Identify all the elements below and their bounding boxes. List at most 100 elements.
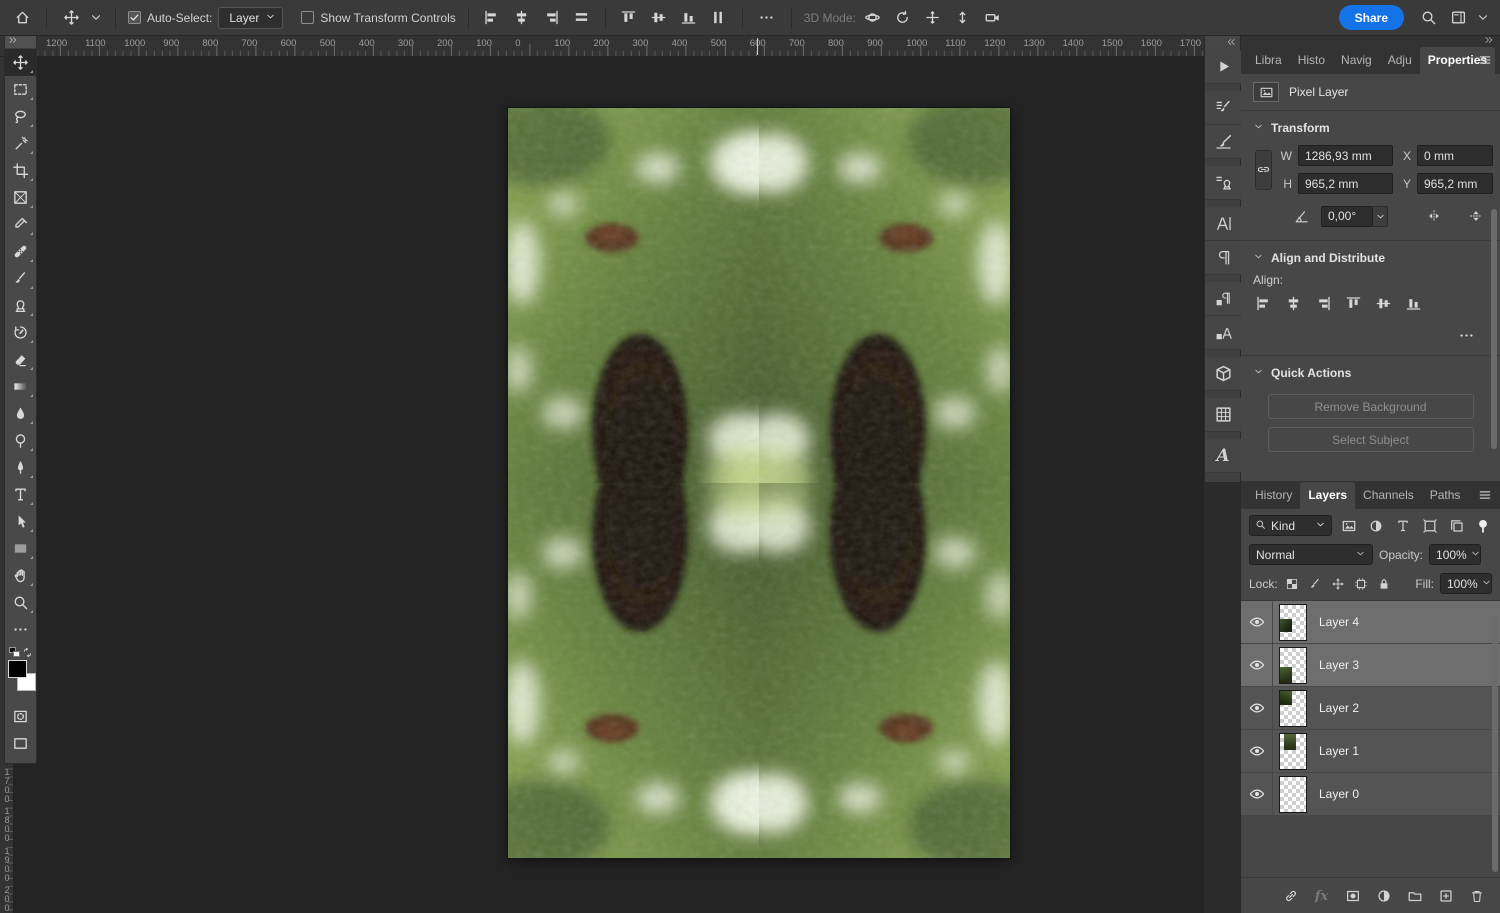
3d-camera-icon[interactable] xyxy=(982,6,1004,30)
auto-select-target-dropdown[interactable]: Layer xyxy=(218,7,283,29)
dodge-tool[interactable] xyxy=(5,427,36,454)
adobe-fonts-panel-button[interactable]: A xyxy=(1205,439,1241,473)
clone-stamp-tool[interactable] xyxy=(5,292,36,319)
link-dimensions-button[interactable] xyxy=(1255,150,1272,190)
layer-filtering-toggle[interactable] xyxy=(1473,516,1492,535)
x-field[interactable]: 0 mm xyxy=(1417,145,1493,166)
character-panel-button[interactable] xyxy=(1205,207,1241,241)
layer-visibility-eye-icon[interactable] xyxy=(1241,687,1273,729)
path-selection-tool[interactable] xyxy=(5,508,36,535)
layer-thumbnail[interactable] xyxy=(1279,604,1307,641)
tab-histo[interactable]: Histo xyxy=(1290,47,1333,74)
history-brush-tool[interactable] xyxy=(5,319,36,346)
lock-paint-icon[interactable] xyxy=(1307,574,1324,593)
align-left-icon[interactable] xyxy=(1253,293,1273,313)
more-align-icon[interactable] xyxy=(1454,323,1478,347)
actions-panel-button[interactable] xyxy=(1205,50,1241,84)
align-right-icon[interactable] xyxy=(1313,293,1333,313)
link-layers-icon[interactable] xyxy=(1281,887,1300,906)
filter-adjustment-icon[interactable] xyxy=(1366,516,1385,535)
delete-layer-icon[interactable] xyxy=(1467,887,1486,906)
layer-row[interactable]: Layer 4 xyxy=(1241,601,1500,644)
pen-tool[interactable] xyxy=(5,454,36,481)
flip-horizontal-button[interactable] xyxy=(1422,204,1446,228)
show-transform-checkbox[interactable] xyxy=(301,11,314,24)
dock-collapse-control[interactable] xyxy=(1205,36,1240,50)
tab-layers[interactable]: Layers xyxy=(1300,482,1355,509)
align-right-icon[interactable] xyxy=(541,6,563,30)
tab-channels[interactable]: Channels xyxy=(1355,482,1422,509)
transform-section-header[interactable]: Transform xyxy=(1241,111,1500,141)
align-middle-icon[interactable] xyxy=(1373,293,1393,313)
quick-mask[interactable] xyxy=(5,703,36,730)
character-styles-panel-button[interactable] xyxy=(1205,316,1241,350)
layer-visibility-eye-icon[interactable] xyxy=(1241,644,1273,686)
frame-tool[interactable] xyxy=(5,184,36,211)
layer-name[interactable]: Layer 4 xyxy=(1319,615,1359,629)
distribute-h-icon[interactable] xyxy=(571,6,593,30)
lock-artboard-icon[interactable] xyxy=(1353,574,1370,593)
horizontal-ruler[interactable]: 1200110010009008007006005004003002001000… xyxy=(14,36,1204,57)
layer-visibility-eye-icon[interactable] xyxy=(1241,730,1273,772)
pattern-preview-panel-button[interactable] xyxy=(1205,398,1241,432)
height-field[interactable]: 965,2 mm xyxy=(1298,173,1393,194)
type-tool[interactable] xyxy=(5,481,36,508)
eraser-tool[interactable] xyxy=(5,346,36,373)
home-icon[interactable] xyxy=(10,6,34,30)
y-field[interactable]: 965,2 mm xyxy=(1417,173,1493,194)
screen-mode[interactable] xyxy=(5,730,36,757)
align-center-h-icon[interactable] xyxy=(1283,293,1303,313)
layer-name[interactable]: Layer 1 xyxy=(1319,744,1359,758)
workspace-chevron-icon[interactable] xyxy=(1476,6,1490,30)
edit-toolbar[interactable] xyxy=(5,616,36,643)
align-left-icon[interactable] xyxy=(481,6,503,30)
layer-thumbnail[interactable] xyxy=(1279,690,1307,727)
layer-name[interactable]: Layer 0 xyxy=(1319,787,1359,801)
tab-history[interactable]: History xyxy=(1247,482,1300,509)
layer-row[interactable]: Layer 3 xyxy=(1241,644,1500,687)
hand-tool[interactable] xyxy=(5,562,36,589)
align-middle-icon[interactable] xyxy=(648,6,670,30)
add-mask-icon[interactable] xyxy=(1343,887,1362,906)
width-field[interactable]: 1286,93 mm xyxy=(1298,145,1393,166)
opacity-dropdown[interactable]: 100% xyxy=(1429,544,1481,565)
fx-icon[interactable]: fx xyxy=(1312,887,1331,906)
align-bottom-icon[interactable] xyxy=(1403,293,1423,313)
healing-brush-tool[interactable] xyxy=(5,238,36,265)
layer-row[interactable]: Layer 0 xyxy=(1241,773,1500,816)
glyphs-panel-button[interactable] xyxy=(1205,282,1241,316)
angle-field[interactable]: 0,00° xyxy=(1321,206,1373,227)
tab-adju[interactable]: Adju xyxy=(1380,47,1420,74)
layer-visibility-eye-icon[interactable] xyxy=(1241,601,1273,643)
crop-tool[interactable] xyxy=(5,157,36,184)
angle-dropdown-chevron-icon[interactable] xyxy=(1373,206,1388,227)
eyedropper-tool[interactable] xyxy=(5,211,36,238)
gradient-tool[interactable] xyxy=(5,373,36,400)
new-group-icon[interactable] xyxy=(1405,887,1424,906)
lock-all-icon[interactable] xyxy=(1376,574,1393,593)
layer-visibility-eye-icon[interactable] xyxy=(1241,773,1273,815)
threed-panel-button[interactable] xyxy=(1205,357,1241,391)
panels-collapse-strip[interactable] xyxy=(1241,36,1500,46)
auto-select-checkbox[interactable] xyxy=(128,11,141,24)
filter-type-icon[interactable] xyxy=(1393,516,1412,535)
align-section-header[interactable]: Align and Distribute xyxy=(1241,241,1500,271)
lock-position-icon[interactable] xyxy=(1330,574,1347,593)
move-tool[interactable] xyxy=(5,49,36,76)
tab-navig[interactable]: Navig xyxy=(1333,47,1380,74)
3d-orbit-icon[interactable] xyxy=(862,6,884,30)
filter-kind-dropdown[interactable]: Kind xyxy=(1249,515,1332,536)
layer-thumbnail[interactable] xyxy=(1279,776,1307,813)
filter-image-icon[interactable] xyxy=(1339,516,1358,535)
brushes-panel-button[interactable] xyxy=(1205,125,1241,159)
quick-actions-header[interactable]: Quick Actions xyxy=(1241,356,1500,386)
blend-mode-dropdown[interactable]: Normal xyxy=(1249,544,1373,565)
tab-libra[interactable]: Libra xyxy=(1247,47,1290,74)
document-canvas[interactable] xyxy=(508,108,1010,858)
fill-dropdown[interactable]: 100% xyxy=(1440,573,1492,594)
properties-scrollbar[interactable] xyxy=(1491,209,1497,449)
align-center-h-icon[interactable] xyxy=(511,6,533,30)
lasso-tool[interactable] xyxy=(5,103,36,130)
filter-smart-icon[interactable] xyxy=(1447,516,1466,535)
align-top-icon[interactable] xyxy=(618,6,640,30)
